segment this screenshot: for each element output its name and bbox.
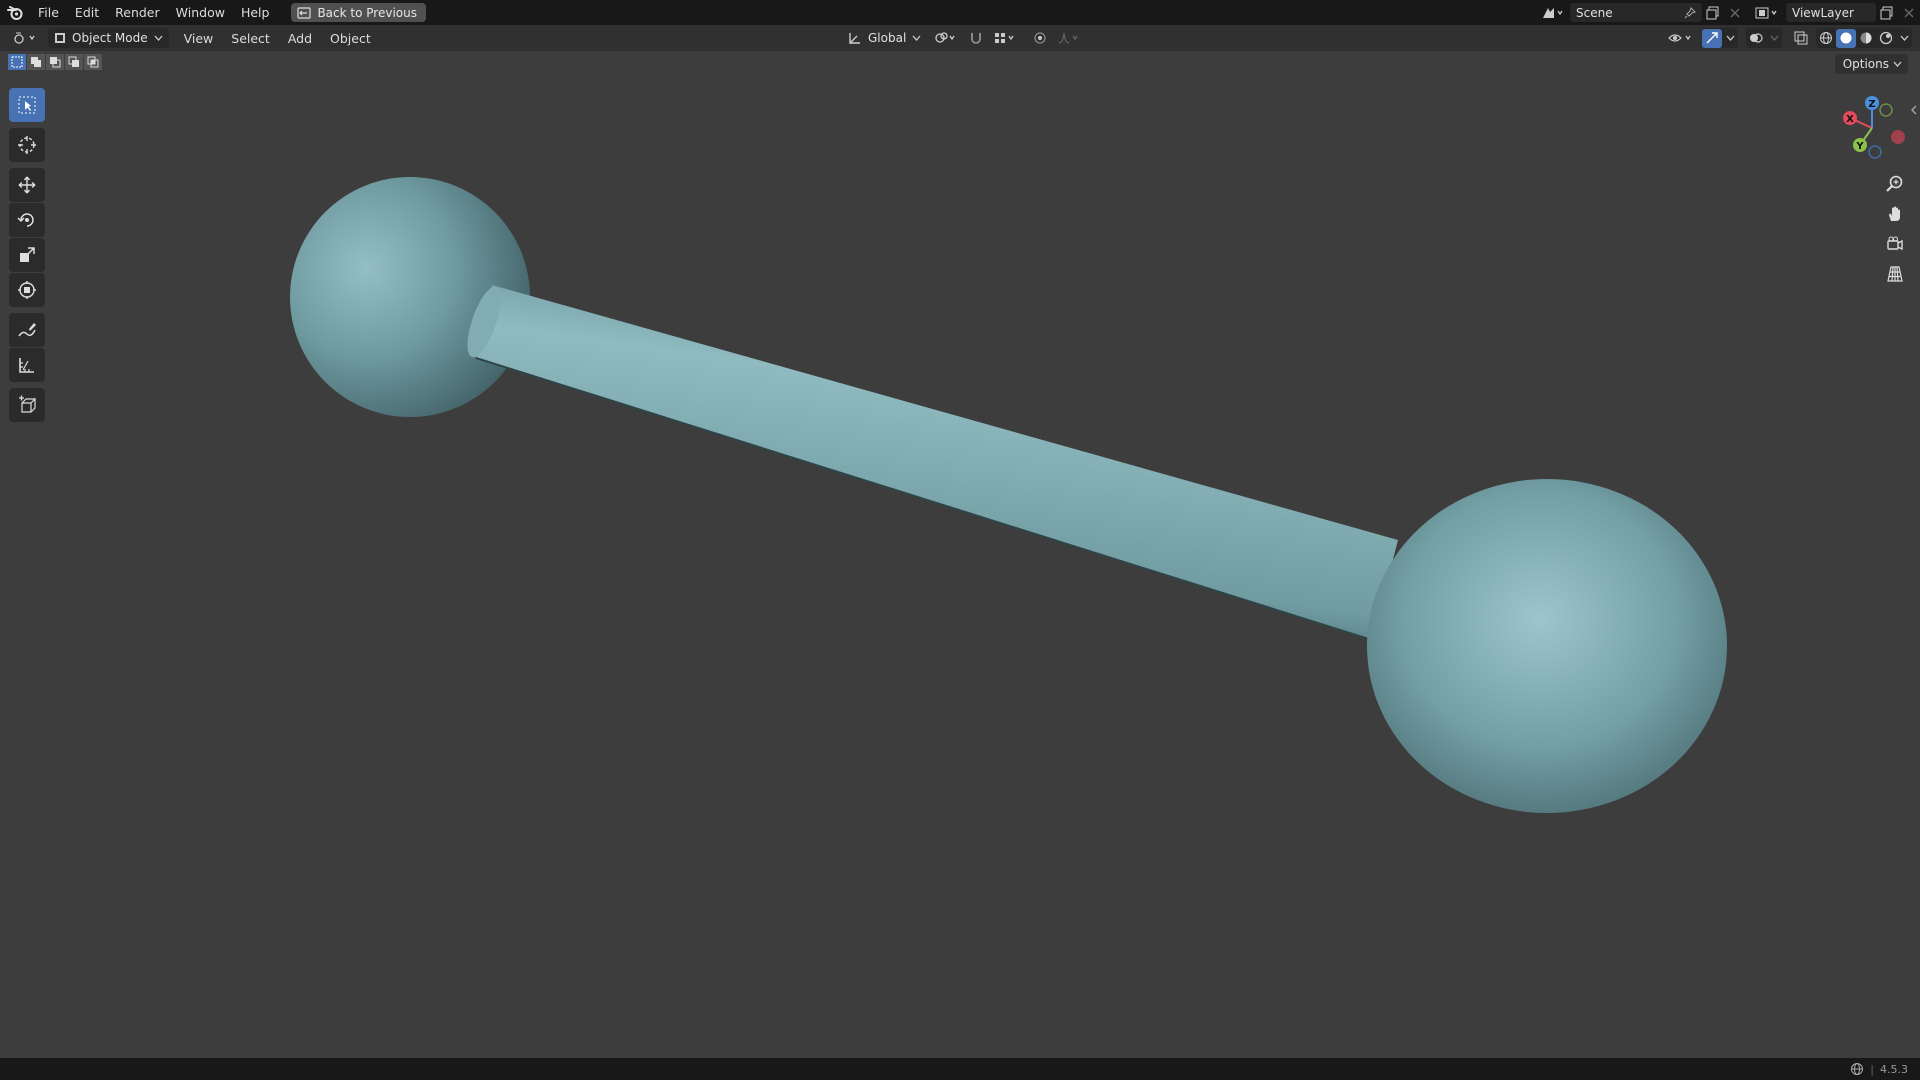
status-divider: | bbox=[1870, 1062, 1874, 1076]
mode-label: Object Mode bbox=[72, 31, 148, 45]
transform-tool[interactable] bbox=[9, 273, 45, 307]
3d-viewport[interactable] bbox=[0, 51, 1920, 1058]
select-invert-icon[interactable] bbox=[65, 54, 83, 70]
wireframe-shading-icon[interactable] bbox=[1816, 29, 1836, 48]
chevron-down-icon bbox=[912, 35, 921, 41]
gizmo-neg-x[interactable] bbox=[1891, 130, 1905, 144]
add-cube-tool[interactable] bbox=[9, 388, 45, 422]
menu-add[interactable]: Add bbox=[279, 31, 321, 46]
menu-render[interactable]: Render bbox=[107, 0, 168, 25]
gizmo-toggle[interactable] bbox=[1702, 28, 1738, 48]
options-dropdown[interactable]: Options bbox=[1834, 54, 1908, 74]
scene-render bbox=[290, 177, 1727, 813]
select-intersect-icon[interactable] bbox=[84, 54, 102, 70]
scale-tool[interactable] bbox=[9, 238, 45, 272]
navigation-gizmo[interactable]: Z X Y bbox=[1820, 90, 1920, 170]
view-layer-field[interactable]: ViewLayer bbox=[1786, 3, 1876, 22]
gizmo-z-label: Z bbox=[1868, 99, 1875, 110]
top-bar: File Edit Render Window Help Back to Pre… bbox=[0, 0, 1920, 25]
transform-tools: Global bbox=[836, 25, 1083, 51]
select-box-tool[interactable] bbox=[9, 88, 45, 122]
perspective-grid-icon[interactable] bbox=[1880, 260, 1910, 288]
menu-object[interactable]: Object bbox=[321, 31, 380, 46]
menu-edit[interactable]: Edit bbox=[67, 0, 107, 25]
version-info: | 4.5.3 bbox=[1850, 1062, 1920, 1076]
scene-selector-icon[interactable] bbox=[1538, 3, 1566, 22]
visibility-eye-icon[interactable] bbox=[1666, 29, 1696, 48]
falloff-icon[interactable] bbox=[1055, 29, 1083, 48]
back-to-previous-button[interactable]: Back to Previous bbox=[291, 3, 426, 22]
right-sphere[interactable] bbox=[1367, 479, 1727, 813]
view-layer-selector-icon[interactable] bbox=[1752, 3, 1782, 22]
chevron-down-icon bbox=[1893, 61, 1902, 67]
scene-field[interactable]: Scene bbox=[1570, 3, 1702, 22]
navigation-buttons bbox=[1880, 170, 1910, 288]
select-extend-icon[interactable] bbox=[27, 54, 45, 70]
version-label: 4.5.3 bbox=[1880, 1062, 1908, 1076]
material-shading-icon[interactable] bbox=[1856, 29, 1876, 48]
selection-mode-buttons bbox=[8, 54, 102, 70]
menu-window[interactable]: Window bbox=[168, 0, 233, 25]
shading-modes bbox=[1816, 28, 1912, 48]
menu-help[interactable]: Help bbox=[233, 0, 278, 25]
zoom-icon[interactable] bbox=[1880, 170, 1910, 198]
gizmo-y-label: Y bbox=[1855, 141, 1864, 152]
measure-tool[interactable] bbox=[9, 348, 45, 382]
network-globe-icon[interactable] bbox=[1850, 1062, 1864, 1076]
gizmo-neg-z[interactable] bbox=[1868, 145, 1882, 159]
gizmo-icon[interactable] bbox=[1702, 28, 1722, 48]
viewport-display-tools bbox=[1666, 25, 1912, 51]
menu-view[interactable]: View bbox=[175, 31, 223, 46]
status-bar: | 4.5.3 bbox=[0, 1058, 1920, 1080]
select-subtract-icon[interactable] bbox=[46, 54, 64, 70]
proportional-editing-icon[interactable] bbox=[1029, 29, 1051, 48]
remove-scene-icon[interactable] bbox=[1724, 3, 1746, 22]
new-view-layer-icon[interactable] bbox=[1876, 3, 1898, 22]
chevron-down-icon bbox=[154, 35, 163, 41]
orientation-icon bbox=[848, 31, 862, 45]
overlay-toggle[interactable] bbox=[1746, 28, 1782, 48]
blender-logo-icon[interactable] bbox=[0, 0, 30, 25]
menu-select[interactable]: Select bbox=[222, 31, 279, 46]
viewport-header: Object Mode View Select Add Object Globa… bbox=[0, 25, 1920, 51]
rotate-tool[interactable] bbox=[9, 203, 45, 237]
xray-toggle-icon[interactable] bbox=[1790, 29, 1812, 48]
back-icon bbox=[297, 6, 312, 19]
solid-shading-icon[interactable] bbox=[1836, 28, 1856, 48]
gizmo-x-label: X bbox=[1846, 114, 1854, 125]
orientation-dropdown[interactable]: Global bbox=[842, 28, 927, 48]
move-tool[interactable] bbox=[9, 168, 45, 202]
select-new-icon[interactable] bbox=[8, 54, 26, 70]
top-right-selectors: Scene ViewLayer bbox=[1538, 0, 1920, 25]
rendered-shading-icon[interactable] bbox=[1876, 29, 1896, 48]
pan-hand-icon[interactable] bbox=[1880, 200, 1910, 228]
view-layer-name: ViewLayer bbox=[1792, 5, 1854, 20]
overlay-icon[interactable] bbox=[1746, 29, 1766, 48]
pivot-point-icon[interactable] bbox=[931, 29, 961, 48]
overlay-dropdown-icon[interactable] bbox=[1766, 29, 1782, 48]
object-mode-icon bbox=[54, 32, 66, 44]
tool-shelf bbox=[9, 88, 45, 423]
scene-name: Scene bbox=[1576, 5, 1613, 20]
shading-dropdown-icon[interactable] bbox=[1896, 29, 1912, 48]
camera-view-icon[interactable] bbox=[1880, 230, 1910, 258]
orientation-label: Global bbox=[868, 31, 907, 45]
menu-file[interactable]: File bbox=[30, 0, 67, 25]
object-mode-dropdown[interactable]: Object Mode bbox=[48, 28, 169, 48]
annotate-tool[interactable] bbox=[9, 313, 45, 347]
options-label: Options bbox=[1842, 57, 1889, 71]
back-label: Back to Previous bbox=[317, 5, 417, 20]
cursor-tool[interactable] bbox=[9, 128, 45, 162]
pin-icon[interactable] bbox=[1684, 6, 1696, 19]
sidebar-toggle-icon[interactable] bbox=[1910, 104, 1918, 116]
gizmo-dropdown-icon[interactable] bbox=[1722, 29, 1738, 48]
connecting-rod[interactable] bbox=[461, 283, 1398, 641]
snap-icon[interactable] bbox=[965, 29, 987, 48]
remove-view-layer-icon[interactable] bbox=[1898, 3, 1920, 22]
new-scene-icon[interactable] bbox=[1702, 3, 1724, 22]
editor-type-icon[interactable] bbox=[8, 29, 42, 48]
snap-target-icon[interactable] bbox=[991, 29, 1019, 48]
gizmo-neg-y[interactable] bbox=[1879, 103, 1893, 117]
